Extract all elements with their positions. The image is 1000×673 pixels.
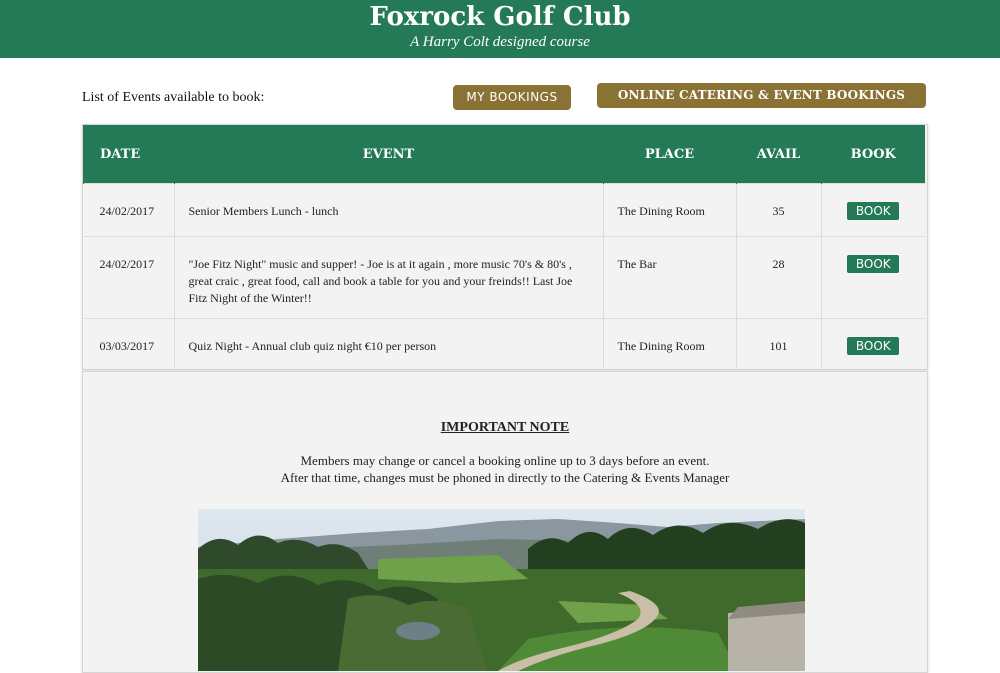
book-button[interactable]: BOOK xyxy=(847,202,900,220)
event-place: The Dining Room xyxy=(602,318,736,369)
book-button[interactable]: BOOK xyxy=(847,337,900,355)
site-title: Foxrock Golf Club xyxy=(369,2,631,32)
event-description: Quiz Night - Annual club quiz night €10 … xyxy=(173,318,603,369)
note-line-2: After that time, changes must be phoned … xyxy=(280,470,730,485)
event-description: Senior Members Lunch - lunch xyxy=(173,183,603,237)
event-place: The Dining Room xyxy=(602,183,736,237)
site-subtitle: A Harry Colt designed course xyxy=(410,34,590,50)
note-text: Members may change or cancel a booking o… xyxy=(83,452,927,486)
note-line-1: Members may change or cancel a booking o… xyxy=(300,453,710,468)
event-availability: 35 xyxy=(735,183,821,237)
event-date: 24/02/2017 xyxy=(83,236,174,319)
site-header: Foxrock Golf Club A Harry Colt designed … xyxy=(0,0,1000,58)
header-date: DATE xyxy=(83,125,174,184)
events-list-label: List of Events available to book: xyxy=(82,90,265,105)
table-row: 24/02/2017 Senior Members Lunch - lunch … xyxy=(83,183,925,237)
event-date: 24/02/2017 xyxy=(83,183,174,237)
my-bookings-button[interactable]: MY BOOKINGS xyxy=(453,85,571,110)
event-date: 03/03/2017 xyxy=(83,318,174,369)
table-row: 03/03/2017 Quiz Night - Annual club quiz… xyxy=(83,318,925,369)
event-description: "Joe Fitz Night" music and supper! - Joe… xyxy=(173,236,603,319)
golf-course-photo xyxy=(198,509,805,671)
header-avail: AVAIL xyxy=(735,125,821,184)
event-availability: 28 xyxy=(735,236,821,319)
note-title: IMPORTANT NOTE xyxy=(440,420,570,435)
catering-event-bookings-button[interactable]: ONLINE CATERING & EVENT BOOKINGS xyxy=(597,83,926,108)
events-table-panel: DATE EVENT PLACE AVAIL BOOK 24/02/2017 S… xyxy=(82,124,928,370)
header-book: BOOK xyxy=(820,125,925,184)
event-place: The Bar xyxy=(602,236,736,319)
events-table: DATE EVENT PLACE AVAIL BOOK 24/02/2017 S… xyxy=(83,125,925,369)
book-button[interactable]: BOOK xyxy=(847,255,900,273)
header-event: EVENT xyxy=(173,125,603,184)
header-place: PLACE xyxy=(602,125,736,184)
important-note-panel: IMPORTANT NOTE Members may change or can… xyxy=(82,371,928,673)
table-header-row: DATE EVENT PLACE AVAIL BOOK xyxy=(83,125,925,184)
table-row: 24/02/2017 "Joe Fitz Night" music and su… xyxy=(83,236,925,319)
event-availability: 101 xyxy=(735,318,821,369)
